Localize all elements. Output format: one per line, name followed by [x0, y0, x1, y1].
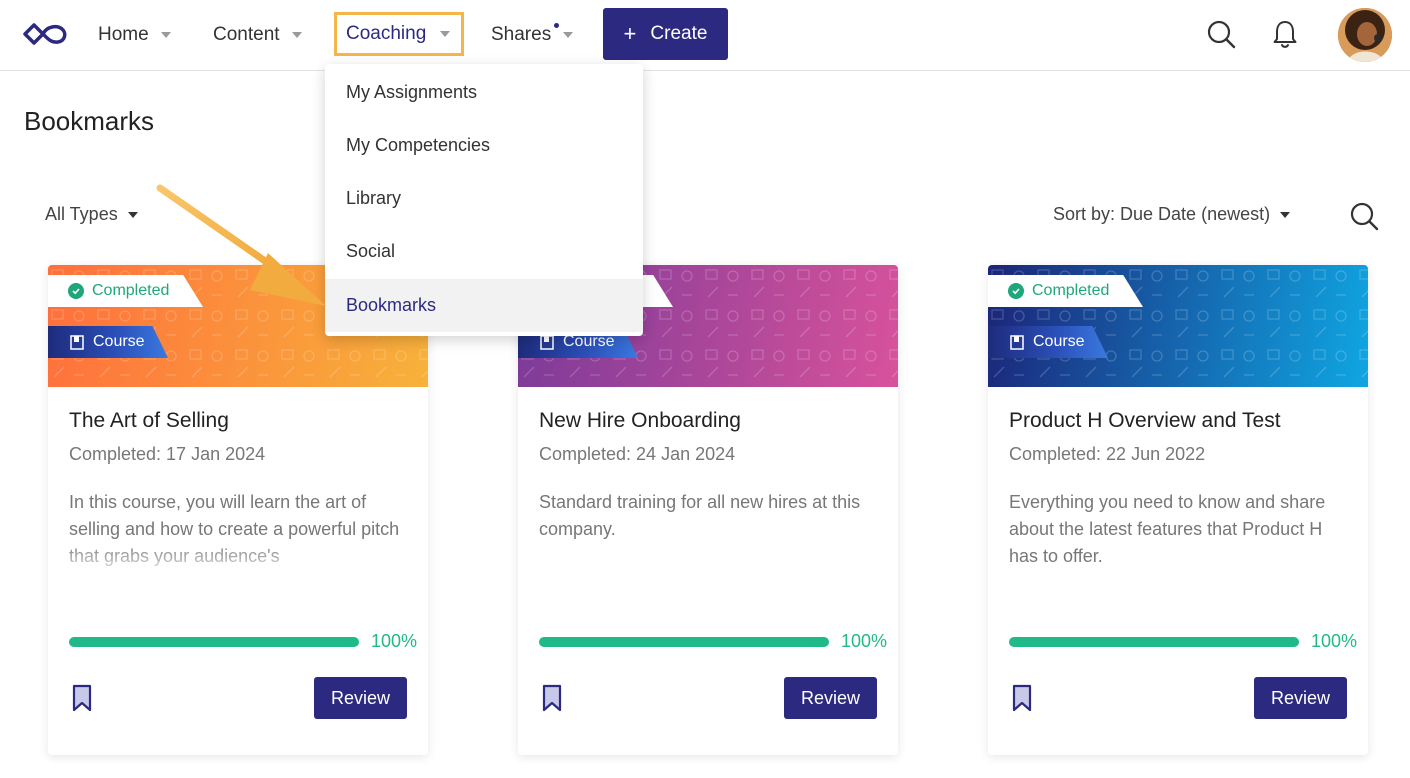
- nav-home[interactable]: Home: [98, 0, 171, 70]
- type-label: Course: [93, 333, 145, 350]
- completion-date: Completed: 24 Jan 2024: [539, 444, 736, 464]
- top-nav-bar: Home Content Coaching Shares + Create: [0, 0, 1410, 71]
- menu-item-label: Bookmarks: [346, 295, 437, 315]
- menu-item-my-competencies[interactable]: My Competencies: [325, 119, 643, 172]
- book-icon: [540, 334, 554, 350]
- review-button[interactable]: Review: [314, 677, 407, 719]
- status-label: Completed: [1032, 282, 1110, 299]
- bookmark-icon[interactable]: [541, 684, 563, 712]
- chevron-down-icon: [440, 31, 451, 37]
- brand-logo[interactable]: [22, 20, 68, 48]
- card-title[interactable]: Product H Overview and Test: [1009, 409, 1281, 433]
- course-card[interactable]: Completed Course New Hire Onboarding Com…: [518, 265, 898, 755]
- progress-percent: 100%: [841, 631, 888, 651]
- progress-percent: 100%: [1311, 631, 1358, 651]
- coaching-dropdown-menu: My Assignments My Competencies Library S…: [325, 64, 643, 336]
- nav-shares[interactable]: Shares: [491, 0, 574, 70]
- course-card[interactable]: Completed Course The Art of Selling Comp…: [48, 265, 428, 755]
- book-icon: [70, 334, 84, 350]
- completion-date: Completed: 17 Jan 2024: [69, 444, 266, 464]
- menu-item-label: Social: [346, 241, 396, 261]
- review-button-label: Review: [800, 687, 861, 708]
- check-circle-icon: [68, 283, 84, 299]
- nav-coaching-label: Coaching: [346, 23, 427, 44]
- check-circle-icon: [1008, 283, 1024, 299]
- search-icon[interactable]: [1204, 17, 1238, 51]
- review-button[interactable]: Review: [784, 677, 877, 719]
- chevron-down-icon: [563, 32, 574, 38]
- type-badge: Course: [988, 326, 1108, 358]
- progress-bar: [1009, 637, 1299, 647]
- type-filter-label: All Types: [45, 204, 118, 224]
- card-description: Standard training for all new hires at t…: [539, 492, 861, 539]
- type-badge: Course: [48, 326, 168, 358]
- card-description: Everything you need to know and share ab…: [1009, 492, 1326, 566]
- nav-home-label: Home: [98, 24, 149, 45]
- review-button[interactable]: Review: [1254, 677, 1347, 719]
- nav-content[interactable]: Content: [213, 0, 302, 70]
- plus-icon: +: [623, 21, 637, 46]
- menu-item-label: Library: [346, 188, 402, 208]
- chevron-down-icon: [291, 32, 302, 38]
- progress-fill: [1009, 637, 1299, 647]
- bell-icon[interactable]: [1268, 17, 1302, 51]
- notification-dot: [554, 23, 559, 28]
- page-title: Bookmarks: [24, 106, 155, 136]
- review-button-label: Review: [330, 687, 391, 708]
- nav-coaching[interactable]: Coaching: [334, 12, 464, 56]
- course-card[interactable]: Completed Course Product H Overview and …: [988, 265, 1368, 755]
- chevron-down-icon: [160, 32, 171, 38]
- nav-content-label: Content: [213, 24, 280, 45]
- progress-bar: [539, 637, 829, 647]
- review-button-label: Review: [1270, 687, 1331, 708]
- status-badge: Completed: [988, 275, 1143, 307]
- progress-fill: [539, 637, 829, 647]
- type-label: Course: [1033, 333, 1085, 350]
- card-description: In this course, you will learn the art o…: [69, 492, 400, 566]
- menu-item-library[interactable]: Library: [325, 172, 643, 225]
- card-title[interactable]: The Art of Selling: [69, 409, 229, 433]
- menu-item-social[interactable]: Social: [325, 225, 643, 278]
- sort-dropdown[interactable]: Sort by: Due Date (newest): [1053, 204, 1291, 225]
- user-avatar[interactable]: [1338, 8, 1392, 62]
- search-icon[interactable]: [1348, 200, 1380, 232]
- annotation-arrow-icon: [156, 184, 326, 306]
- menu-item-bookmarks[interactable]: Bookmarks: [325, 279, 643, 332]
- nav-shares-label: Shares: [491, 24, 552, 45]
- create-button[interactable]: + Create: [603, 8, 728, 60]
- card-banner: Completed Course: [988, 265, 1368, 387]
- create-button-label: Create: [650, 23, 708, 44]
- chevron-down-icon: [127, 211, 138, 218]
- menu-item-label: My Competencies: [346, 135, 491, 155]
- card-title[interactable]: New Hire Onboarding: [539, 409, 741, 433]
- chevron-down-icon: [1280, 211, 1291, 218]
- progress-bar: [69, 637, 359, 647]
- menu-item-label: My Assignments: [346, 82, 478, 102]
- progress-fill: [69, 637, 359, 647]
- menu-item-my-assignments[interactable]: My Assignments: [325, 66, 643, 119]
- bookmark-icon[interactable]: [1011, 684, 1033, 712]
- completion-date: Completed: 22 Jun 2022: [1009, 444, 1206, 464]
- book-icon: [1010, 334, 1024, 350]
- sort-label: Sort by: Due Date (newest): [1053, 204, 1271, 224]
- progress-percent: 100%: [371, 631, 418, 651]
- bookmark-icon[interactable]: [71, 684, 93, 712]
- type-filter-dropdown[interactable]: All Types: [45, 204, 138, 225]
